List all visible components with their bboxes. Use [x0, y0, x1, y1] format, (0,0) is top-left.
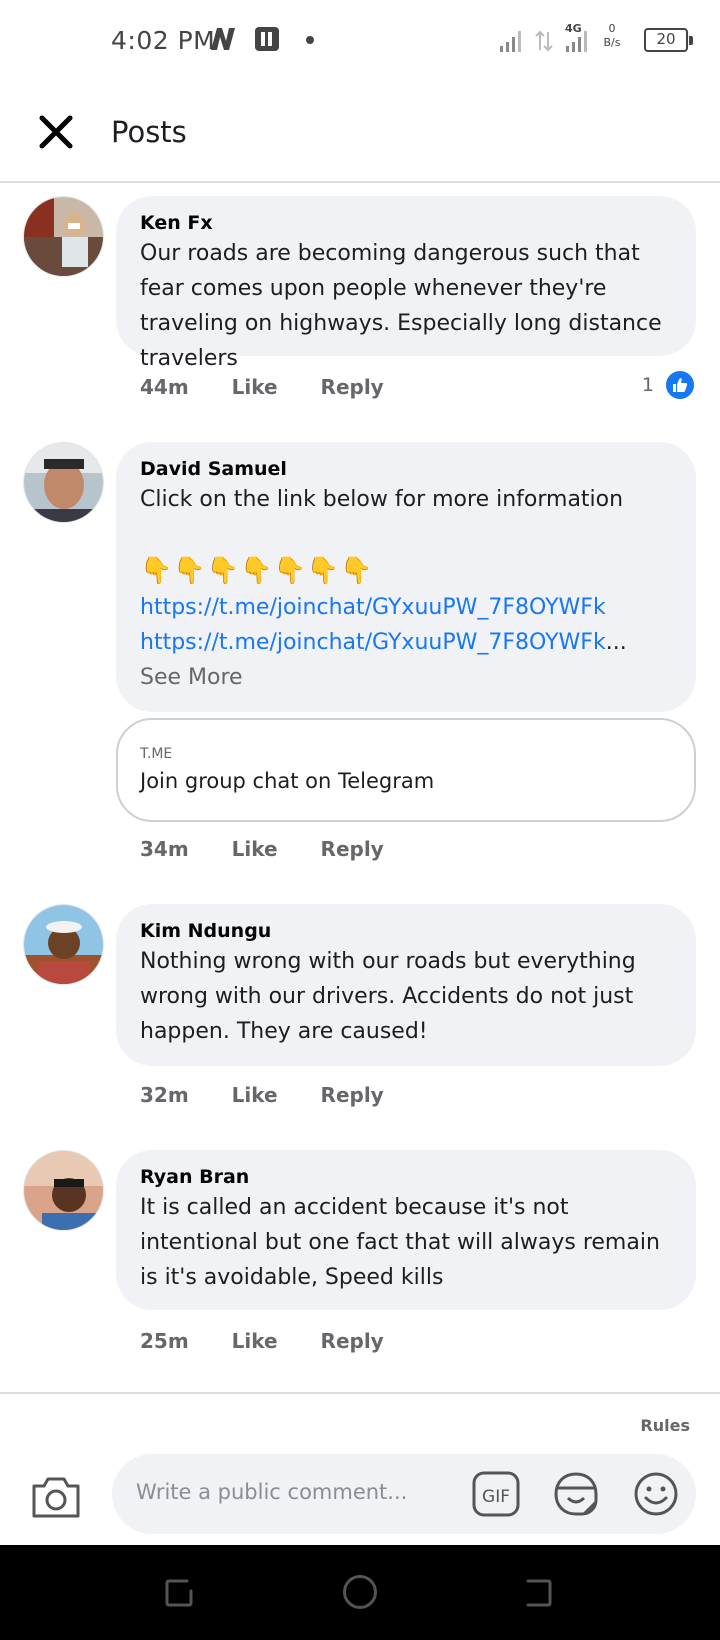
like-button[interactable]: Like [232, 1329, 278, 1353]
link-title: Join group chat on Telegram [140, 769, 435, 793]
ellipsis: ... [605, 630, 627, 655]
comment-text: Our roads are becoming dangerous such th… [140, 241, 662, 371]
like-count: 1 [641, 374, 654, 396]
gif-icon[interactable]: GIF [472, 1471, 520, 1517]
rules-link[interactable]: Rules [640, 1416, 690, 1435]
emoji-icon[interactable] [632, 1470, 680, 1518]
like-button[interactable]: Like [232, 837, 278, 861]
speed-unit: B/s [603, 36, 621, 49]
comment-author[interactable]: Ryan Bran [140, 1164, 672, 1190]
comment-composer: Rules Write a public comment... GIF [0, 1392, 720, 1545]
comment-text: Nothing wrong with our roads but everyth… [140, 949, 636, 1044]
link-preview-card[interactable]: T.ME Join group chat on Telegram [116, 718, 696, 822]
home-icon[interactable] [343, 1575, 377, 1609]
gif-label: GIF [482, 1487, 510, 1507]
like-button[interactable]: Like [232, 375, 278, 399]
avatar[interactable] [23, 196, 104, 277]
speed-value: 0 [608, 22, 616, 35]
telegram-link[interactable]: https://t.me/joinchat/GYxuuPW_7F8OYWFk [140, 630, 606, 655]
like-thumb-icon [664, 369, 696, 401]
pointing-down-emojis: 👇👇👇👇👇👇👇 [140, 556, 374, 586]
avatar-image [24, 443, 103, 522]
reply-button[interactable]: Reply [321, 375, 384, 399]
reply-button[interactable]: Reply [321, 837, 384, 861]
battery-indicator: 20 [644, 28, 693, 52]
comment-author[interactable]: David Samuel [140, 456, 672, 482]
comment-actions: 44m Like Reply [140, 375, 420, 399]
avatar-image [24, 197, 103, 276]
comment-time: 25m [140, 1329, 189, 1353]
comment-bubble[interactable]: Ken Fx Our roads are becoming dangerous … [116, 196, 696, 371]
network-speed: 0 B/s [600, 22, 624, 50]
network-type: 4G [565, 22, 582, 35]
link-domain: T.ME [140, 746, 173, 762]
camera-icon[interactable] [30, 1474, 82, 1520]
comment-text: Click on the link below for more informa… [140, 487, 624, 512]
app-notification-n-icon [211, 28, 235, 50]
comment-bubble[interactable]: Ryan Bran It is called an accident becau… [116, 1150, 696, 1310]
header: Posts [0, 82, 720, 183]
comment-text: It is called an accident because it's no… [140, 1195, 660, 1290]
comment-actions: 25m Like Reply [140, 1329, 420, 1353]
comment-actions: 32m Like Reply [140, 1083, 420, 1107]
recent-apps-icon[interactable] [163, 1577, 195, 1609]
reply-button[interactable]: Reply [321, 1329, 384, 1353]
avatar[interactable] [23, 904, 104, 985]
comment-input-placeholder: Write a public comment... [136, 1480, 408, 1504]
comment-bubble[interactable]: David Samuel Click on the link below for… [116, 442, 696, 712]
avatar-image [24, 1151, 103, 1230]
comment-time: 44m [140, 375, 189, 399]
avatar[interactable] [23, 1150, 104, 1231]
see-more-link[interactable]: See More [140, 665, 243, 690]
notification-dot [306, 36, 314, 44]
comment-time: 32m [140, 1083, 189, 1107]
comment-bubble[interactable]: Kim Ndungu Nothing wrong with our roads … [116, 904, 696, 1066]
back-icon[interactable] [522, 1577, 554, 1609]
reply-button[interactable]: Reply [321, 1083, 384, 1107]
system-nav-bar [0, 1545, 720, 1640]
comment-author[interactable]: Ken Fx [140, 210, 672, 236]
comment-input[interactable]: Write a public comment... GIF [112, 1454, 696, 1534]
avatar-image [24, 905, 103, 984]
comment-time: 34m [140, 837, 189, 861]
comment-actions: 34m Like Reply [140, 837, 420, 861]
app-notification-p-icon [255, 27, 279, 51]
telegram-link[interactable]: https://t.me/joinchat/GYxuuPW_7F8OYWFk [140, 590, 672, 625]
comment-author[interactable]: Kim Ndungu [140, 918, 672, 944]
status-bar: 4:02 PM 4G 0 B/s 20 [0, 0, 720, 82]
close-icon[interactable] [32, 108, 80, 156]
status-time: 4:02 PM [111, 26, 216, 55]
page-title: Posts [111, 115, 187, 149]
reaction-count[interactable]: 1 [642, 369, 696, 401]
sticker-icon[interactable] [552, 1470, 600, 1518]
comment-link-line: https://t.me/joinchat/GYxuuPW_7F8OYWFk..… [140, 625, 672, 695]
avatar[interactable] [23, 442, 104, 523]
like-button[interactable]: Like [232, 1083, 278, 1107]
